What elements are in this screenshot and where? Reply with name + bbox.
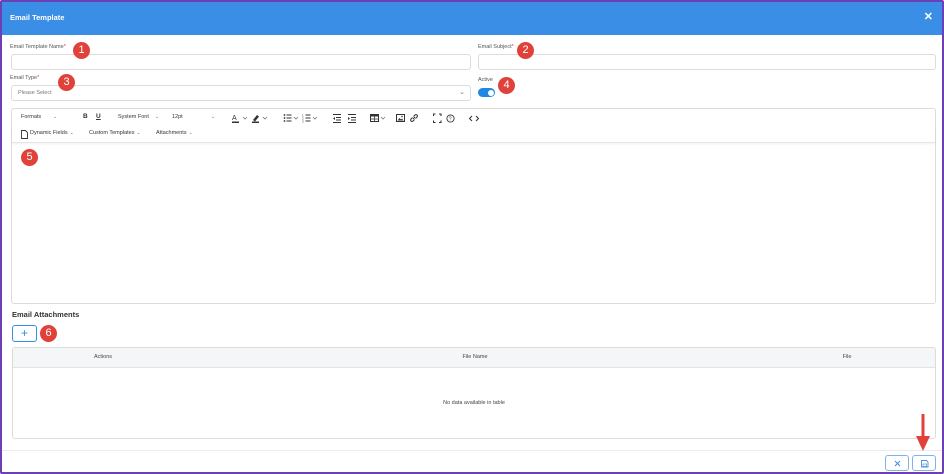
image-icon[interactable] [396, 113, 405, 124]
editor-toolbar-row-1: Formats ⌄ B U System Font ⌄ 12pt ⌄ A 1 2… [12, 111, 935, 127]
font-size-label: 12pt [172, 114, 183, 120]
email-type-label-text: Email Type [10, 75, 38, 81]
email-attachments-title: Email Attachments [12, 310, 80, 319]
attachments-label: Attachments [156, 130, 187, 136]
email-template-modal: Email Template ✕ Email Template Name* 1 … [0, 0, 944, 474]
link-icon[interactable] [409, 113, 419, 124]
callout-badge-1: 1 [73, 42, 90, 59]
attachments-dropdown[interactable]: Attachments ⌄ [156, 130, 193, 136]
outdent-icon[interactable] [333, 113, 342, 124]
document-icon [21, 130, 28, 139]
attachments-table: Actions File Name File No data available… [12, 347, 936, 439]
formats-label: Formats [21, 114, 42, 120]
table-header: Actions File Name File [13, 348, 935, 368]
help-icon[interactable]: ? [446, 113, 455, 124]
bold-icon[interactable]: B [83, 113, 88, 120]
toggle-knob [487, 89, 494, 96]
highlight-color-icon[interactable] [252, 113, 270, 124]
add-attachment-button[interactable]: + [12, 325, 37, 342]
font-family-label: System Font [118, 114, 149, 120]
required-mark: * [37, 75, 40, 81]
cancel-button[interactable] [885, 455, 909, 471]
chevron-down-icon: ⌄ [459, 89, 465, 96]
fullscreen-icon[interactable] [433, 113, 442, 124]
required-mark: * [511, 44, 514, 50]
column-header-actions: Actions [93, 354, 113, 360]
text-color-icon[interactable]: A [232, 113, 250, 124]
font-family-dropdown[interactable]: System Font ⌄ [118, 114, 159, 120]
modal-header: Email Template ✕ [2, 2, 942, 35]
svg-text:3: 3 [302, 120, 304, 124]
svg-text:?: ? [449, 117, 452, 123]
custom-templates-label: Custom Templates [89, 130, 135, 136]
active-label: Active [478, 77, 493, 83]
formats-dropdown[interactable]: Formats ⌄ [21, 114, 57, 120]
save-icon [921, 460, 929, 468]
callout-badge-5: 5 [21, 149, 38, 166]
numbered-list-icon[interactable]: 1 2 3 [302, 113, 320, 124]
callout-badge-3: 3 [58, 74, 75, 91]
indent-icon[interactable] [348, 113, 357, 124]
save-button[interactable] [912, 455, 936, 471]
active-toggle[interactable] [478, 88, 495, 97]
dynamic-fields-dropdown[interactable]: Dynamic Fields ⌄ [30, 130, 74, 136]
underline-icon[interactable]: U [96, 113, 101, 120]
empty-table-message: No data available in table [443, 400, 505, 406]
font-size-dropdown[interactable]: 12pt ⌄ [172, 114, 215, 120]
custom-templates-dropdown[interactable]: Custom Templates ⌄ [89, 130, 141, 136]
column-header-file-name: File Name [462, 354, 488, 360]
rich-text-editor[interactable]: Formats ⌄ B U System Font ⌄ 12pt ⌄ A 1 2… [11, 108, 936, 304]
bullet-list-icon[interactable] [283, 113, 301, 124]
callout-badge-6: 6 [40, 325, 57, 342]
svg-text:A: A [232, 115, 237, 122]
callout-badge-2: 2 [517, 42, 534, 59]
email-subject-label-text: Email Subject [478, 44, 512, 50]
column-header-file: File [842, 354, 852, 360]
email-type-select[interactable]: Please Select ⌄ [11, 85, 471, 101]
required-mark: * [63, 44, 66, 50]
email-subject-input[interactable] [478, 54, 936, 70]
template-name-label: Email Template Name* [10, 44, 66, 50]
table-icon[interactable] [370, 113, 388, 124]
email-type-label: Email Type* [10, 75, 39, 81]
dynamic-fields-label: Dynamic Fields [30, 130, 68, 136]
editor-toolbar-row-2: Dynamic Fields ⌄ Custom Templates ⌄ Attach… [12, 127, 935, 143]
callout-badge-4: 4 [498, 77, 515, 94]
close-icon[interactable]: ✕ [924, 10, 933, 23]
source-code-icon[interactable] [469, 113, 479, 124]
close-icon [894, 460, 901, 467]
email-subject-label: Email Subject* [478, 44, 514, 50]
footer-divider [2, 450, 942, 451]
email-type-placeholder: Please Select [18, 90, 52, 96]
modal-title: Email Template [10, 13, 65, 22]
red-arrow-pointer-icon [916, 414, 930, 451]
template-name-label-text: Email Template Name [10, 44, 64, 50]
